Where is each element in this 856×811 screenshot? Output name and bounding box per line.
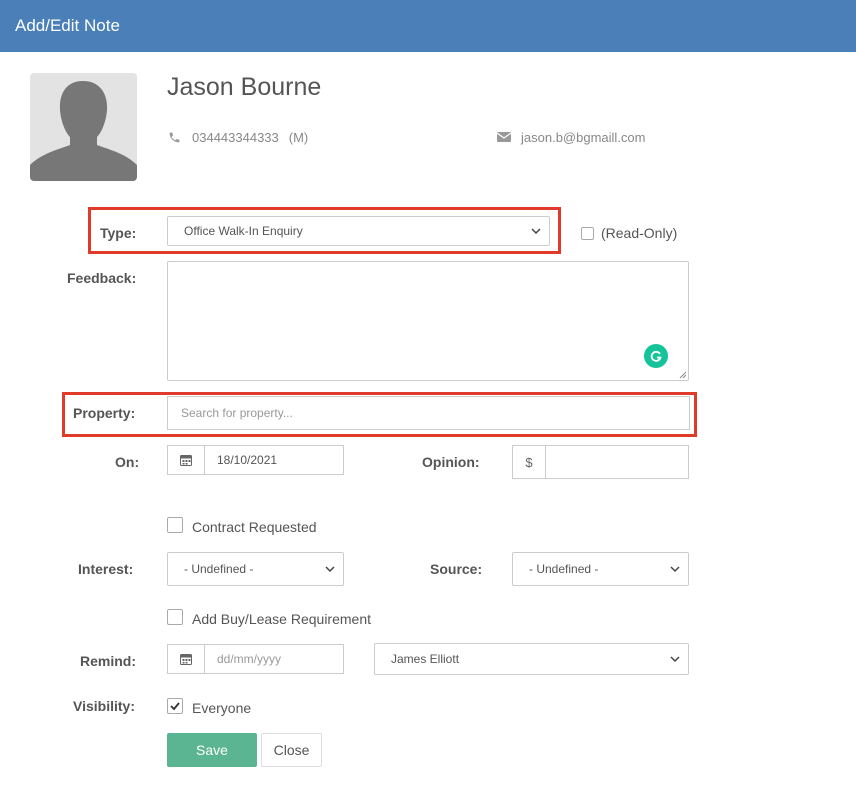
- read-only-label: (Read-Only): [601, 225, 678, 241]
- feedback-textarea[interactable]: [167, 261, 689, 381]
- visibility-everyone-label: Everyone: [192, 700, 252, 716]
- on-date-value: 18/10/2021: [217, 453, 278, 467]
- contact-email: jason.b@bgmaill.com: [497, 130, 645, 145]
- person-silhouette-icon: [30, 81, 137, 181]
- chevron-down-icon: [325, 566, 335, 573]
- check-icon: [170, 702, 180, 711]
- contact-name: Jason Bourne: [167, 73, 322, 101]
- source-label: Source:: [430, 561, 483, 577]
- contract-requested-checkbox[interactable]: [167, 517, 183, 533]
- close-button[interactable]: Close: [261, 733, 322, 767]
- chevron-down-icon: [670, 566, 680, 573]
- property-label: Property:: [73, 405, 136, 421]
- property-placeholder: Search for property...: [181, 406, 293, 420]
- source-select[interactable]: - Undefined -: [512, 552, 689, 586]
- remind-date-placeholder: dd/mm/yyyy: [217, 652, 282, 666]
- opinion-label: Opinion:: [422, 454, 480, 470]
- phone-type: (M): [288, 130, 309, 145]
- feedback-label: Feedback:: [67, 270, 137, 286]
- remind-date-addon[interactable]: [167, 644, 205, 674]
- chevron-down-icon: [531, 228, 541, 235]
- type-select[interactable]: Office Walk-In Enquiry: [167, 216, 550, 246]
- interest-value: - Undefined -: [184, 562, 254, 576]
- modal-header: Add/Edit Note: [0, 0, 856, 52]
- save-button[interactable]: Save: [167, 733, 257, 767]
- remind-date-input[interactable]: dd/mm/yyyy: [204, 644, 344, 674]
- type-label: Type:: [100, 225, 137, 241]
- visibility-label: Visibility:: [73, 698, 135, 714]
- interest-select[interactable]: - Undefined -: [167, 552, 344, 586]
- source-value: - Undefined -: [529, 562, 599, 576]
- phone-icon: [168, 131, 182, 145]
- contract-requested-label: Contract Requested: [192, 519, 317, 535]
- email-address: jason.b@bgmaill.com: [521, 130, 646, 145]
- grammarly-icon[interactable]: [644, 344, 668, 368]
- property-search-input[interactable]: Search for property...: [167, 396, 690, 430]
- remind-label: Remind:: [80, 653, 136, 669]
- chevron-down-icon: [670, 656, 680, 663]
- visibility-everyone-checkbox[interactable]: [167, 698, 183, 714]
- opinion-currency-addon: $: [512, 445, 546, 479]
- opinion-input[interactable]: [545, 445, 689, 479]
- envelope-icon: [497, 131, 511, 145]
- modal-title: Add/Edit Note: [15, 16, 120, 35]
- type-value: Office Walk-In Enquiry: [184, 224, 303, 238]
- currency-symbol: $: [525, 454, 533, 470]
- remind-assignee-value: James Elliott: [391, 652, 460, 666]
- phone-number: 034443344333: [192, 130, 279, 145]
- read-only-checkbox[interactable]: [581, 227, 594, 240]
- contact-phone: 034443344333 (M): [168, 130, 308, 145]
- remind-assignee-select[interactable]: James Elliott: [374, 643, 689, 675]
- calendar-icon: [180, 654, 192, 665]
- resize-handle-icon[interactable]: [679, 371, 687, 379]
- add-requirement-checkbox[interactable]: [167, 609, 183, 625]
- add-requirement-label: Add Buy/Lease Requirement: [192, 611, 371, 627]
- avatar: [30, 73, 137, 181]
- calendar-icon: [180, 455, 192, 466]
- on-date-addon[interactable]: [167, 445, 205, 475]
- on-date-input[interactable]: 18/10/2021: [204, 445, 344, 475]
- on-label: On:: [115, 454, 140, 470]
- interest-label: Interest:: [78, 561, 134, 577]
